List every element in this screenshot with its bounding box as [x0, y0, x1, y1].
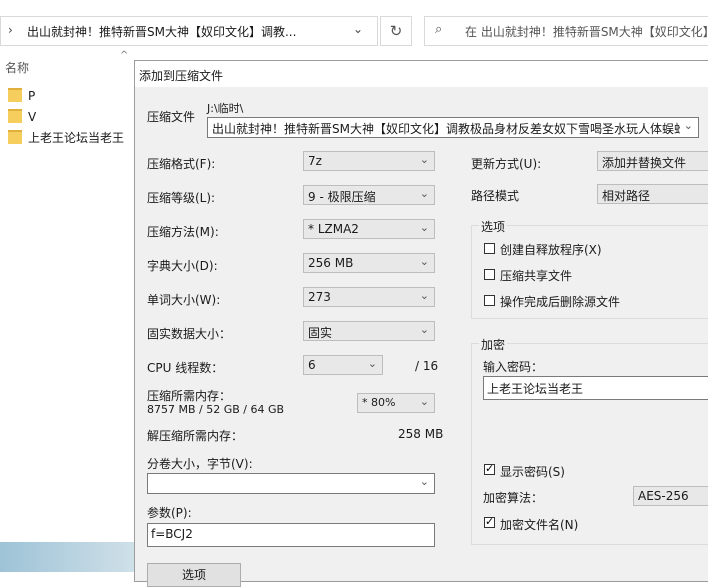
threads-label: CPU 线程数： [147, 361, 224, 375]
encrypt-names-checkbox[interactable] [484, 515, 495, 528]
mem-comp-detail: 8757 MB / 52 GB / 64 GB [147, 403, 285, 416]
folder-label: 上老王论坛当老王 [28, 131, 125, 145]
chevron-down-icon[interactable]: ⌄ [353, 22, 363, 36]
mem-percent-select[interactable]: * 80% ⌄ [357, 393, 435, 413]
threads-max: / 16 [415, 359, 439, 373]
folder-icon [8, 130, 22, 144]
explorer-toolbar: › 出山就封神！推特新晋SM大神【奴印文化】调教... ⌄ ↻ ⌕ 在 出山就封… [0, 0, 708, 61]
show-password-label: 显示密码(S) [500, 465, 565, 479]
encryption-group-title: 加密 [479, 336, 508, 353]
chevron-down-icon: ⌄ [419, 255, 429, 268]
enc-method-select[interactable]: AES-256 [633, 486, 708, 506]
path-mode-label: 路径模式 [471, 189, 520, 203]
folder-item[interactable]: 上老王论坛当老王 [8, 128, 124, 148]
chevron-down-icon: ⌄ [419, 395, 429, 408]
level-select[interactable]: 9 - 极限压缩 ⌄ [303, 185, 435, 205]
options-button-label: 选项 [181, 568, 206, 582]
sort-chevron-icon[interactable]: ^ [120, 50, 128, 61]
dict-value: 256 MB [308, 256, 354, 270]
params-input[interactable]: f=BCJ2 [147, 523, 435, 547]
dialog-title: 添加到压缩文件 [139, 69, 224, 83]
chevron-down-icon: ⌄ [367, 357, 377, 370]
mem-decomp-value: 258 MB [398, 427, 444, 441]
method-value: * LZMA2 [308, 222, 359, 236]
mem-comp-label: 压缩所需内存： [147, 389, 232, 403]
format-label: 压缩格式(F): [147, 157, 216, 171]
path-mode-select[interactable]: 相对路径 [597, 184, 708, 204]
method-select[interactable]: * LZMA2 ⌄ [303, 219, 435, 239]
level-value: 9 - 极限压缩 [308, 190, 376, 204]
sfx-checkbox[interactable] [484, 243, 495, 254]
word-select[interactable]: 273 ⌄ [303, 287, 435, 307]
update-label: 更新方式(U): [471, 157, 542, 171]
shared-label: 压缩共享文件 [500, 269, 573, 283]
add-to-archive-dialog: 添加到压缩文件 压缩文件 J:\临时\ 出山就封神！推特新晋SM大神【奴印文化】… [134, 60, 708, 587]
threads-select[interactable]: 6 ⌄ [303, 355, 383, 375]
solid-value: 固实 [308, 326, 333, 340]
chevron-down-icon: ⌄ [419, 323, 429, 336]
archive-name-combo[interactable]: 出山就封神！推特新晋SM大神【奴印文化】调教极品身材反差女奴下雪喝圣水玩人体蜈蚣… [207, 117, 699, 138]
dict-select[interactable]: 256 MB ⌄ [303, 253, 435, 273]
chevron-down-icon[interactable]: ⌄ [420, 475, 429, 488]
password-input[interactable]: 上老王论坛当老王 [483, 376, 708, 400]
search-input[interactable]: 在 出山就封神！推特新晋SM大神【奴印文化】 [465, 23, 708, 40]
desktop-background [0, 542, 135, 572]
chevron-down-icon: ⌄ [419, 153, 429, 166]
search-box[interactable]: ⌕ 在 出山就封神！推特新晋SM大神【奴印文化】 [424, 16, 708, 46]
archive-name-value[interactable]: 出山就封神！推特新晋SM大神【奴印文化】调教极品身材反差女奴下雪喝圣水玩人体蜈蚣 [212, 120, 680, 137]
folder-item[interactable]: V [8, 107, 36, 127]
format-select[interactable]: 7z ⌄ [303, 151, 435, 171]
shared-checkbox[interactable] [484, 269, 495, 280]
search-icon: ⌕ [435, 22, 443, 37]
options-group-title: 选项 [479, 218, 508, 235]
column-header-name[interactable]: 名称 [5, 59, 29, 76]
chevron-down-icon: ⌄ [419, 221, 429, 234]
chevron-right-icon[interactable]: › [8, 23, 13, 37]
delete-after-checkbox[interactable] [484, 295, 495, 306]
refresh-icon[interactable]: ↻ [380, 16, 412, 46]
address-path[interactable]: 出山就封神！推特新晋SM大神【奴印文化】调教... [27, 23, 317, 40]
archive-dir: J:\临时\ [207, 102, 244, 115]
dict-label: 字典大小(D): [147, 259, 218, 273]
params-value[interactable]: f=BCJ2 [151, 527, 193, 541]
encrypt-names-label: 加密文件名(N) [500, 518, 579, 532]
folder-label: P [28, 89, 36, 103]
volume-combo[interactable]: ⌄ [147, 473, 435, 494]
mem-percent-value: * 80% [362, 396, 396, 409]
password-value[interactable]: 上老王论坛当老王 [487, 380, 583, 397]
word-value: 273 [308, 290, 331, 304]
password-label: 输入密码： [483, 360, 544, 374]
folder-icon [8, 88, 22, 102]
chevron-down-icon: ⌄ [419, 187, 429, 200]
path-mode-value: 相对路径 [602, 189, 651, 203]
chevron-down-icon: ⌄ [419, 289, 429, 302]
dialog-titlebar[interactable]: 添加到压缩文件 [135, 61, 708, 87]
update-value: 添加并替换文件 [602, 156, 687, 170]
chevron-down-icon[interactable]: ⌄ [684, 119, 693, 132]
params-label: 参数(P): [147, 506, 192, 520]
archive-label: 压缩文件 [147, 110, 196, 124]
enc-method-label: 加密算法： [483, 491, 544, 505]
update-select[interactable]: 添加并替换文件 [597, 151, 708, 171]
word-label: 单词大小(W): [147, 293, 221, 307]
solid-label: 固实数据大小： [147, 327, 232, 341]
volume-label: 分卷大小，字节(V): [147, 457, 253, 471]
address-bar[interactable]: › 出山就封神！推特新晋SM大神【奴印文化】调教... ⌄ [0, 16, 378, 46]
folder-label: V [28, 110, 37, 124]
delete-after-label: 操作完成后删除源文件 [500, 295, 621, 309]
folder-item[interactable]: P [8, 86, 35, 106]
sfx-label: 创建自释放程序(X) [500, 243, 602, 257]
mem-decomp-label: 解压缩所需内存： [147, 429, 244, 443]
solid-select[interactable]: 固实 ⌄ [303, 321, 435, 341]
format-value: 7z [308, 154, 322, 168]
threads-value: 6 [308, 358, 316, 372]
show-password-checkbox[interactable] [484, 462, 495, 475]
method-label: 压缩方法(M): [147, 225, 219, 239]
options-button[interactable]: 选项 [147, 563, 241, 587]
enc-method-value: AES-256 [638, 489, 689, 503]
folder-icon [8, 109, 22, 123]
level-label: 压缩等级(L): [147, 191, 216, 205]
